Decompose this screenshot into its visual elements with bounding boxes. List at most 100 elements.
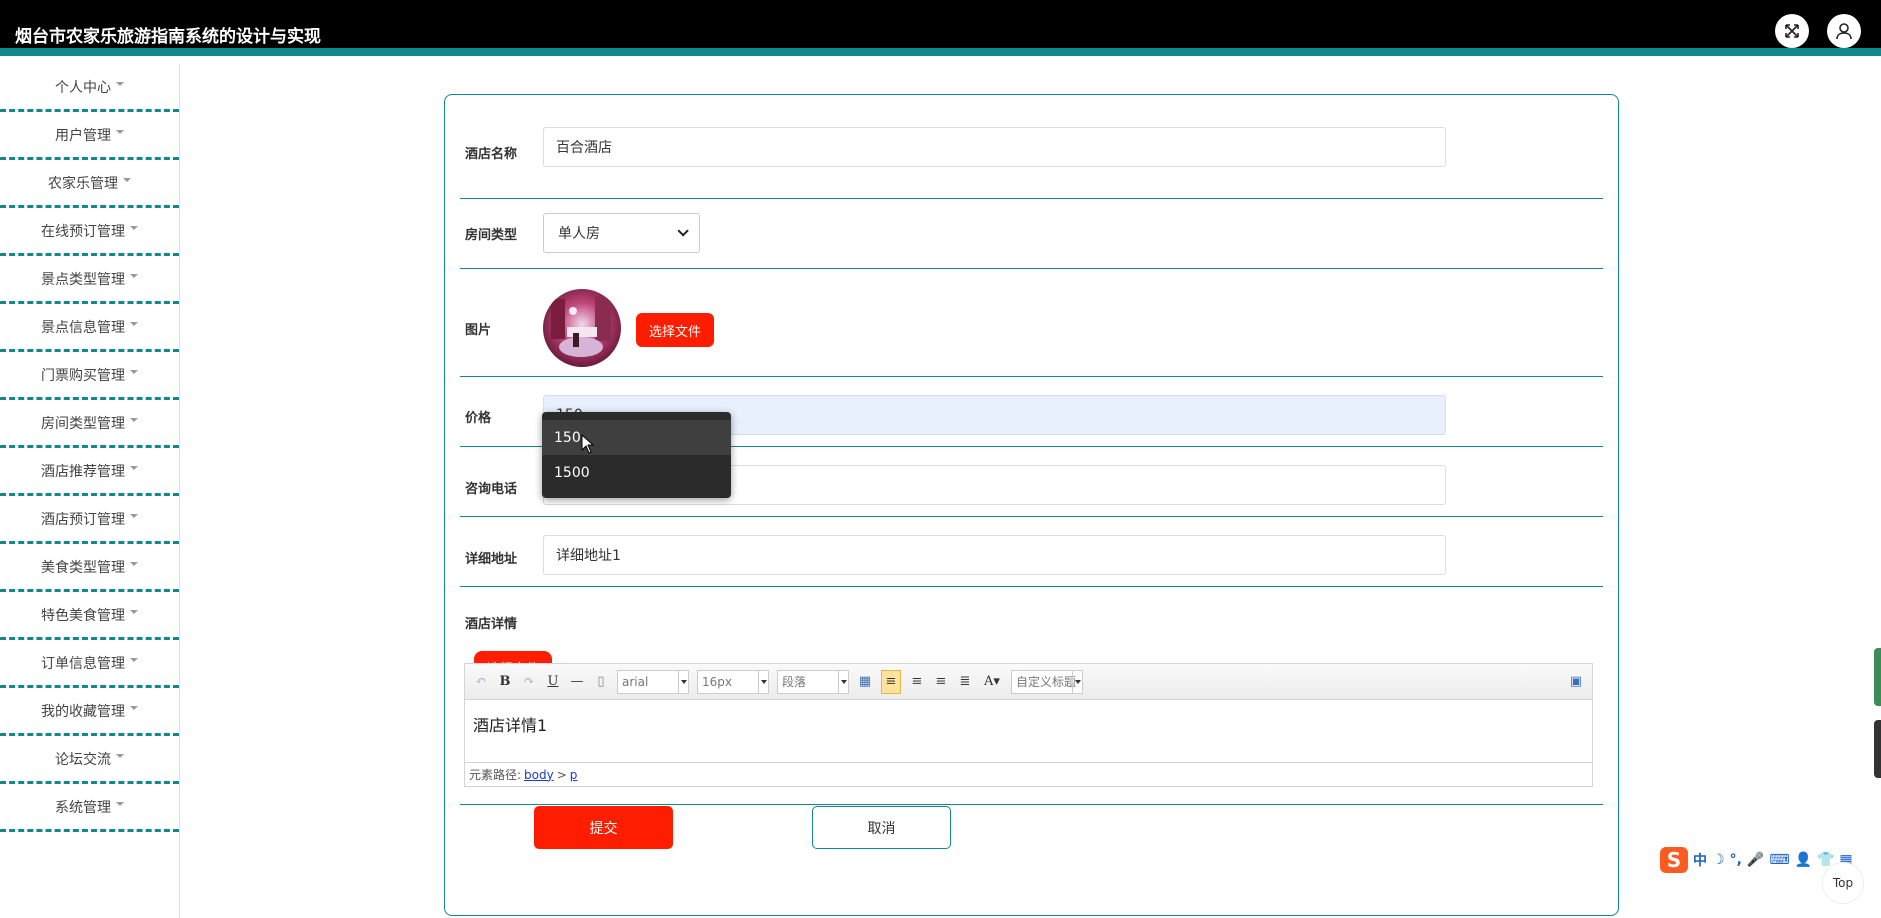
expand-icon[interactable]	[1775, 14, 1809, 48]
ime-user-icon[interactable]: 👤	[1795, 852, 1812, 868]
autocomplete-option[interactable]: 1500	[542, 455, 731, 490]
align-left-icon[interactable]: ≡	[881, 669, 901, 694]
redo-icon[interactable]: ↷	[521, 673, 537, 691]
element-path-label: 元素路径:	[469, 768, 522, 782]
caret-down-icon	[116, 801, 124, 806]
font-size-select[interactable]: 16px	[697, 669, 769, 694]
address-input[interactable]: 详细地址1	[543, 535, 1446, 575]
font-color-icon[interactable]: A▾	[981, 673, 1003, 691]
chevron-down-icon	[838, 670, 848, 693]
align-justify-icon[interactable]: ≣	[957, 673, 973, 691]
sidebar-item-hotel-recommend[interactable]: 酒店推荐管理	[0, 448, 179, 496]
sidebar-item-ticket-purchase[interactable]: 门票购买管理	[0, 352, 179, 400]
caret-down-icon	[130, 369, 138, 374]
sidebar-item-label: 景点类型管理	[41, 271, 125, 288]
side-widget-tab[interactable]	[1874, 720, 1881, 778]
caret-down-icon	[130, 465, 138, 470]
paste-plain-icon[interactable]: ▯	[593, 673, 609, 691]
sidebar-item-system[interactable]: 系统管理	[0, 784, 179, 832]
caret-down-icon	[130, 417, 138, 422]
paragraph-select[interactable]: 段落	[777, 669, 849, 694]
sidebar-item-personal-center[interactable]: 个人中心	[0, 64, 179, 112]
sidebar-item-label: 在线预订管理	[41, 223, 125, 240]
editor-content[interactable]: 酒店详情1	[465, 700, 1592, 762]
chevron-down-icon	[1072, 670, 1082, 693]
chevron-down-icon	[677, 225, 689, 237]
table-icon[interactable]: ▦	[857, 673, 873, 691]
align-right-icon[interactable]: ≡	[909, 673, 925, 691]
align-center-icon[interactable]: ≡	[933, 673, 949, 691]
caret-down-icon	[130, 657, 138, 662]
sidebar-item-user-management[interactable]: 用户管理	[0, 112, 179, 160]
sidebar-item-attraction-types[interactable]: 景点类型管理	[0, 256, 179, 304]
sidebar-item-label: 酒店推荐管理	[41, 463, 125, 480]
underline-icon[interactable]: U	[545, 673, 561, 691]
bold-icon[interactable]: B	[497, 673, 513, 691]
form-row-image: 图片 选择文件	[460, 269, 1603, 377]
form-row-address: 详细地址 详细地址1	[460, 517, 1603, 587]
sidebar-item-label: 美食类型管理	[41, 559, 125, 576]
address-label: 详细地址	[465, 552, 518, 567]
custom-title-select[interactable]: 自定义标题	[1011, 669, 1083, 694]
font-family-select[interactable]: arial	[617, 669, 689, 694]
submit-button[interactable]: 提交	[534, 806, 673, 849]
preview-icon[interactable]: ▣	[1568, 673, 1584, 691]
font-family-value: arial	[622, 674, 649, 689]
sidebar-item-attraction-info[interactable]: 景点信息管理	[0, 304, 179, 352]
sidebar-item-room-types[interactable]: 房间类型管理	[0, 400, 179, 448]
chevron-down-icon	[678, 670, 688, 693]
cancel-button[interactable]: 取消	[812, 806, 951, 849]
side-widget-tab[interactable]	[1874, 648, 1881, 706]
chevron-down-icon	[758, 670, 768, 693]
caret-down-icon	[130, 609, 138, 614]
horizontal-rule-icon[interactable]: —	[569, 673, 585, 691]
ime-moon-icon[interactable]: ☽	[1712, 852, 1725, 868]
ime-chinese-mode-icon[interactable]: 中	[1693, 850, 1707, 870]
mouse-pointer-icon	[581, 434, 595, 454]
user-icon[interactable]	[1827, 14, 1861, 48]
sidebar-item-label: 房间类型管理	[41, 415, 125, 432]
undo-icon[interactable]: ↶	[473, 673, 489, 691]
sidebar-item-favorites[interactable]: 我的收藏管理	[0, 688, 179, 736]
app-header: 烟台市农家乐旅游指南系统的设计与实现	[0, 0, 1881, 56]
sogou-logo-icon[interactable]: S	[1660, 847, 1688, 873]
sidebar-item-label: 个人中心	[55, 79, 111, 96]
sidebar-menu: 个人中心 用户管理 农家乐管理 在线预订管理 景点类型管理 景点信息管理 门票购…	[0, 64, 180, 918]
path-separator: >	[556, 767, 567, 782]
sidebar-item-online-booking[interactable]: 在线预订管理	[0, 208, 179, 256]
sidebar-item-label: 酒店预订管理	[41, 511, 125, 528]
ime-microphone-icon[interactable]: 🎤	[1747, 852, 1764, 868]
caret-down-icon	[130, 273, 138, 278]
path-p-link[interactable]: p	[570, 768, 578, 782]
paragraph-value: 段落	[782, 675, 807, 689]
hotel-form-card: 酒店名称 百合酒店 房间类型 单人房 图片 选择文件 价格 咨询电话 详细地址 …	[444, 94, 1619, 916]
caret-down-icon	[130, 513, 138, 518]
sidebar-item-orders[interactable]: 订单信息管理	[0, 640, 179, 688]
autocomplete-option[interactable]: 150	[542, 420, 731, 455]
caret-down-icon	[130, 321, 138, 326]
sidebar-item-label: 特色美食管理	[41, 607, 125, 624]
sidebar-item-farmhouse-management[interactable]: 农家乐管理	[0, 160, 179, 208]
ime-keyboard-icon[interactable]: ⌨	[1769, 852, 1789, 868]
room-type-select[interactable]: 单人房	[543, 213, 700, 253]
ime-punctuation-icon[interactable]: °,	[1730, 852, 1742, 868]
image-upload-button[interactable]: 选择文件	[636, 313, 714, 347]
price-autocomplete-dropdown: 150 1500	[542, 412, 731, 498]
sidebar-item-food-types[interactable]: 美食类型管理	[0, 544, 179, 592]
caret-down-icon	[116, 81, 124, 86]
app-title: 烟台市农家乐旅游指南系统的设计与实现	[15, 27, 321, 47]
image-label: 图片	[465, 323, 492, 338]
caret-down-icon	[130, 561, 138, 566]
sidebar-item-forum[interactable]: 论坛交流	[0, 736, 179, 784]
caret-down-icon	[116, 753, 124, 758]
back-to-top-button[interactable]: Top	[1822, 862, 1864, 904]
sidebar-item-hotel-booking[interactable]: 酒店预订管理	[0, 496, 179, 544]
sidebar-item-label: 用户管理	[55, 127, 111, 144]
rich-text-editor: ↶ B ↷ U — ▯ arial 16px 段落 ▦ ≡ ≡ ≡ ≣ A▾ 自…	[464, 663, 1593, 787]
sidebar-item-label: 农家乐管理	[48, 175, 118, 192]
editor-element-path: 元素路径: body > p	[465, 762, 1592, 786]
path-body-link[interactable]: body	[524, 768, 554, 782]
editor-toolbar: ↶ B ↷ U — ▯ arial 16px 段落 ▦ ≡ ≡ ≡ ≣ A▾ 自…	[465, 664, 1592, 700]
hotel-name-input[interactable]: 百合酒店	[543, 127, 1446, 167]
sidebar-item-special-food[interactable]: 特色美食管理	[0, 592, 179, 640]
